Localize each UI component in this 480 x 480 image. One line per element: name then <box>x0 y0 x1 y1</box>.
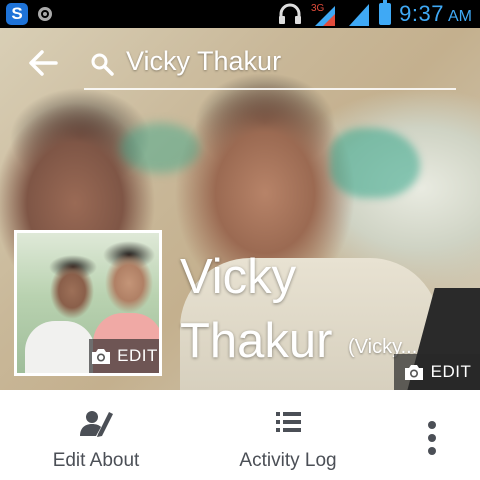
cover-decoration <box>330 128 420 198</box>
back-arrow-icon[interactable] <box>28 50 58 76</box>
s-app-icon: S <box>6 3 28 25</box>
circle-app-icon <box>38 7 52 21</box>
cover-edit-label: EDIT <box>430 362 472 381</box>
activity-log-label: Activity Log <box>239 450 337 471</box>
headset-icon <box>279 3 302 24</box>
camera-icon <box>92 349 111 364</box>
profile-picture-decoration <box>25 321 95 373</box>
status-ampm: AM <box>448 8 472 25</box>
profile-picture-edit-label: EDIT <box>117 346 158 365</box>
search-underline <box>84 88 456 90</box>
cover-decoration <box>120 123 200 173</box>
signal-3g-icon: 3G <box>311 3 336 26</box>
network-label: 3G <box>311 3 325 14</box>
edit-person-icon <box>80 411 113 437</box>
status-time: 9:37 <box>399 1 444 26</box>
list-icon <box>276 412 301 432</box>
search-query[interactable]: Vicky Thakur <box>126 46 281 77</box>
search-icon[interactable] <box>90 52 114 76</box>
status-bar: S 3G 9:37 AM <box>0 0 480 28</box>
profile-action-bar: Edit About Activity Log <box>0 390 480 480</box>
activity-log-button[interactable]: Activity Log <box>222 390 354 480</box>
cover-edit-button[interactable]: EDIT <box>394 354 480 390</box>
edit-about-label: Edit About <box>52 450 140 471</box>
profile-picture-edit-button[interactable]: EDIT <box>89 339 159 373</box>
camera-icon <box>404 365 423 380</box>
overflow-menu-icon[interactable] <box>420 420 444 456</box>
edit-about-button[interactable]: Edit About <box>40 390 152 480</box>
profile-picture[interactable]: EDIT <box>14 230 162 376</box>
signal-icon <box>349 4 370 26</box>
battery-icon <box>379 0 392 25</box>
search-header: Vicky Thakur <box>0 28 480 92</box>
